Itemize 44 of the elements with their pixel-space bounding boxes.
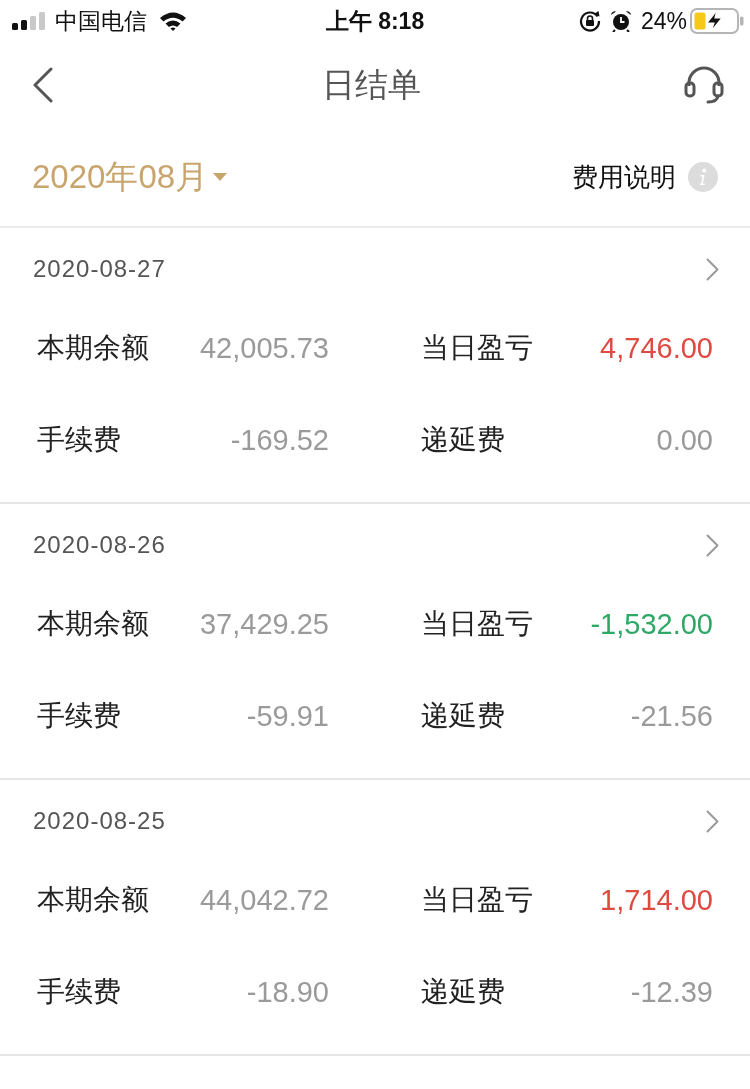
field-label: 手续费 [37, 423, 121, 457]
field-value: 42,005.73 [200, 331, 329, 365]
field-value: -18.90 [246, 975, 329, 1009]
field-label: 当日盈亏 [421, 883, 533, 917]
field-label: 当日盈亏 [421, 607, 533, 641]
back-chevron-icon [33, 67, 53, 103]
rotation-lock-icon [578, 10, 601, 32]
statement-date: 2020-08-25 [33, 807, 166, 835]
chevron-right-icon[interactable] [706, 257, 719, 281]
field-value: 4,746.00 [600, 331, 713, 365]
field-label: 递延费 [421, 699, 505, 733]
field-label: 递延费 [421, 423, 505, 457]
field-label: 手续费 [37, 975, 121, 1009]
battery-percentage: 24% [640, 7, 687, 35]
headset-icon [684, 66, 724, 104]
statement-date: 2020-08-27 [33, 255, 166, 283]
field-value: -59.91 [246, 699, 329, 733]
field-label: 当日盈亏 [421, 331, 533, 365]
field-label: 本期余额 [37, 331, 149, 365]
chevron-right-icon[interactable] [706, 809, 719, 833]
field-label: 手续费 [37, 699, 121, 733]
field-value: 1,714.00 [600, 883, 713, 917]
page-title: 日结单 [321, 64, 421, 105]
field-label: 本期余额 [37, 607, 149, 641]
field-label: 本期余额 [37, 883, 149, 917]
clock-time: 上午 8:18 [324, 6, 426, 36]
info-icon [688, 162, 718, 192]
chevron-right-icon[interactable] [706, 533, 719, 557]
wifi-icon [159, 11, 187, 31]
caret-down-icon [213, 173, 228, 181]
carrier-name: 中国电信 [55, 6, 147, 36]
fee-info-button[interactable]: 费用说明 [572, 159, 718, 195]
field-value: 0.00 [656, 423, 713, 457]
field-label: 递延费 [421, 975, 505, 1009]
field-value: -12.39 [630, 975, 713, 1009]
field-value: 44,042.72 [200, 883, 329, 917]
signal-icon [12, 12, 46, 30]
field-value: -169.52 [230, 423, 329, 457]
alarm-clock-icon [609, 10, 632, 32]
field-value: -21.56 [630, 699, 713, 733]
field-value: -1,532.00 [590, 607, 713, 641]
field-value: 37,429.25 [200, 607, 329, 641]
battery-charging-icon [690, 8, 744, 34]
statement-date: 2020-08-26 [33, 531, 166, 559]
